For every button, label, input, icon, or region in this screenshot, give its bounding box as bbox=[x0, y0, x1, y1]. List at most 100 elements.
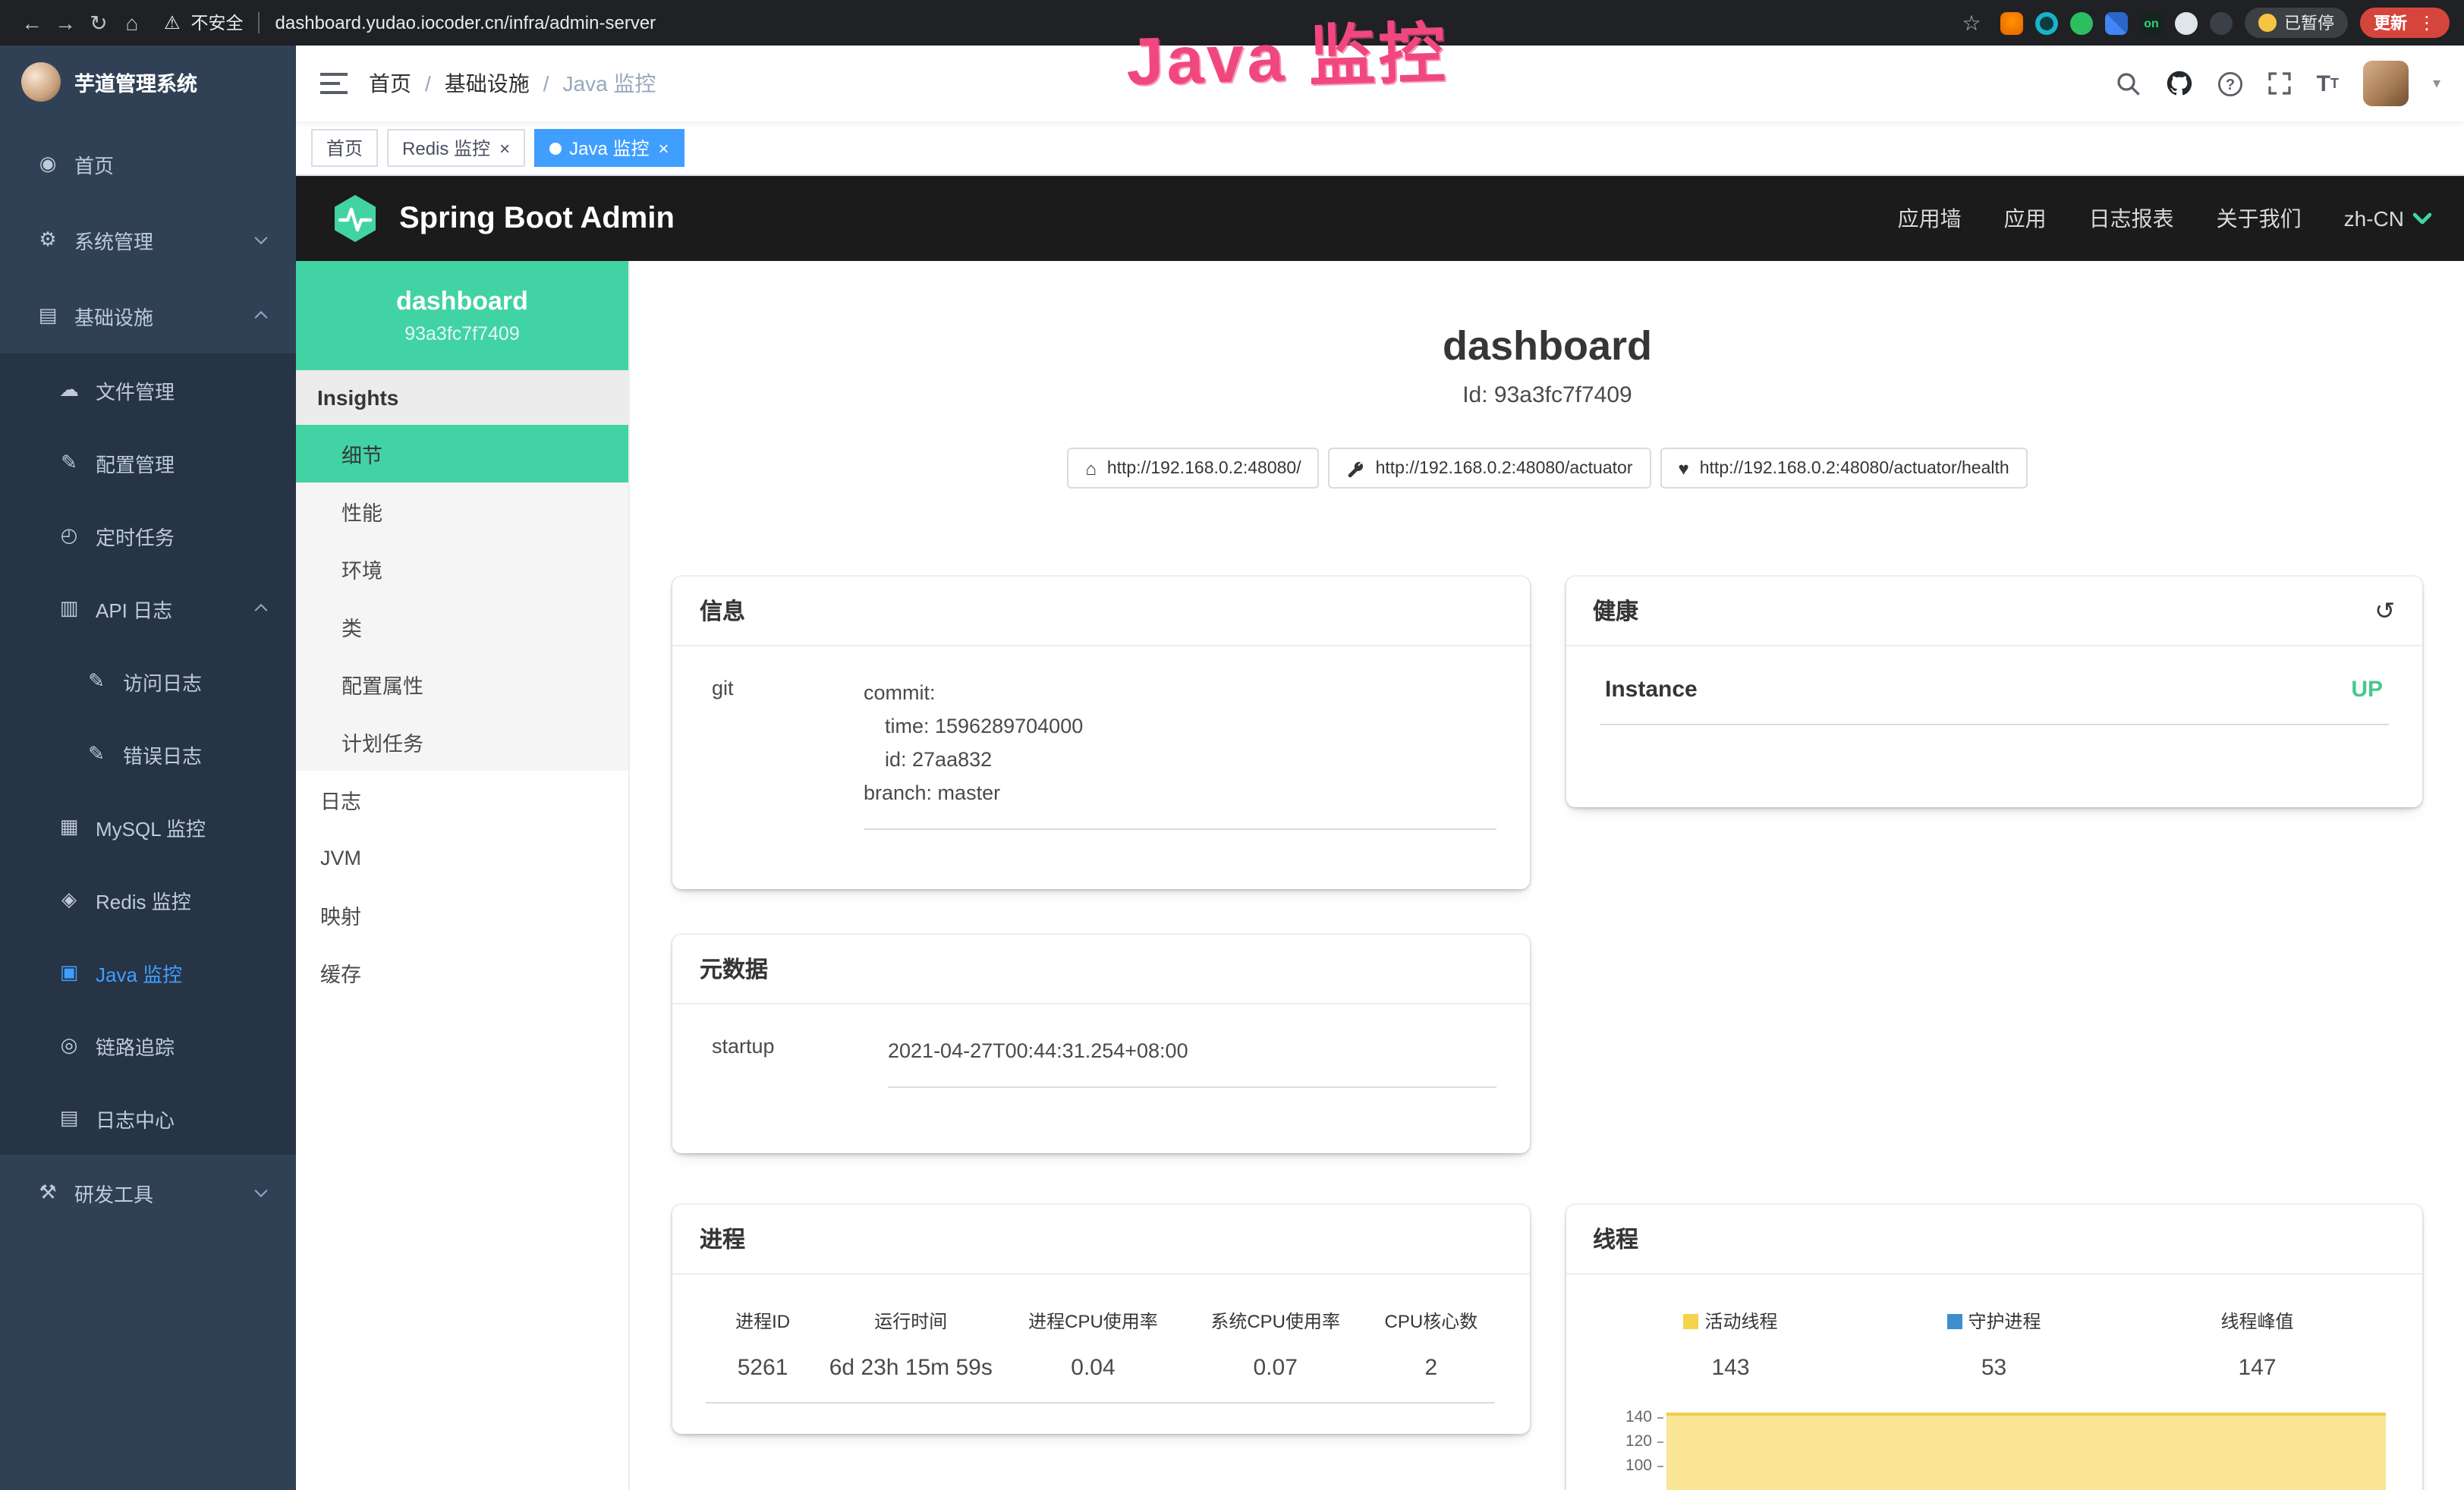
sidebar-item-log-center[interactable]: ▤ 日志中心 bbox=[0, 1082, 296, 1155]
sidebar-item-files[interactable]: ☁ 文件管理 bbox=[0, 354, 296, 426]
font-size-icon[interactable]: TT bbox=[2317, 72, 2339, 95]
sidebar-item-error-logs[interactable]: ✎ 错误日志 bbox=[0, 718, 296, 791]
heart-icon: ♥ bbox=[1679, 460, 1689, 478]
extension-icon[interactable] bbox=[2210, 11, 2233, 34]
daemon-threads-swatch bbox=[1946, 1315, 1962, 1330]
dashboard-icon: ◉ bbox=[36, 152, 59, 176]
actuator-url-link[interactable]: http://192.168.0.2:48080/actuator bbox=[1329, 448, 1651, 489]
instance-header[interactable]: dashboard 93a3fc7f7409 bbox=[296, 261, 628, 370]
sba-menu-classes[interactable]: 类 bbox=[296, 598, 628, 655]
sba-menu-environment[interactable]: 环境 bbox=[296, 540, 628, 598]
sidebar-item-api-logs[interactable]: ▥ API 日志 bbox=[0, 572, 296, 645]
fullscreen-icon[interactable] bbox=[2268, 71, 2292, 96]
sba-nav-applications[interactable]: 应用 bbox=[2004, 203, 2047, 234]
close-icon[interactable]: × bbox=[658, 139, 669, 157]
log-icon: ✎ bbox=[85, 742, 108, 766]
browser-reload-icon[interactable]: ↻ bbox=[82, 6, 115, 39]
sidebar-item-home[interactable]: ◉ 首页 bbox=[0, 126, 296, 202]
url-text[interactable]: dashboard.yudao.iocoder.cn/infra/admin-s… bbox=[275, 12, 656, 33]
github-icon[interactable] bbox=[2167, 70, 2194, 97]
chevron-down-icon bbox=[255, 1184, 268, 1197]
metadata-value: 2021-04-27T00:44:31.254+08:00 bbox=[888, 1036, 1496, 1089]
sba-nav-about[interactable]: 关于我们 bbox=[2217, 203, 2302, 234]
sidebar-item-tracing[interactable]: ◎ 链路追踪 bbox=[0, 1009, 296, 1082]
tab-java-monitor[interactable]: Java 监控 × bbox=[534, 129, 684, 167]
cards-right-column: 健康 ↺ Instance UP bbox=[1566, 577, 2422, 1490]
tab-home[interactable]: 首页 bbox=[311, 129, 378, 167]
health-url-link[interactable]: ♥ http://192.168.0.2:48080/actuator/heal… bbox=[1660, 448, 2028, 489]
user-menu-caret-icon[interactable]: ▾ bbox=[2433, 75, 2440, 92]
sidebar-item-system[interactable]: ⚙ 系统管理 bbox=[0, 202, 296, 278]
cloud-icon: ☁ bbox=[58, 378, 80, 402]
chevron-up-icon bbox=[255, 604, 268, 617]
clock-icon: ◴ bbox=[58, 523, 80, 548]
collapse-sidebar-icon[interactable] bbox=[320, 73, 348, 94]
y-axis-tick: 100 bbox=[1599, 1454, 1663, 1479]
service-url: http://192.168.0.2:48080/ bbox=[1107, 460, 1301, 478]
sba-menu-mappings[interactable]: 映射 bbox=[296, 886, 628, 944]
extension-icon[interactable] bbox=[2000, 11, 2023, 34]
tab-label: Redis 监控 bbox=[402, 135, 490, 161]
user-avatar[interactable] bbox=[2363, 61, 2409, 106]
column-header: 运行时间 bbox=[820, 1306, 1002, 1347]
app-logo[interactable]: 芋道管理系统 bbox=[0, 46, 296, 118]
sidebar-item-infrastructure[interactable]: ▤ 基础设施 bbox=[0, 278, 296, 354]
sidebar-item-redis-monitor[interactable]: ◈ Redis 监控 bbox=[0, 863, 296, 936]
breadcrumb-home[interactable]: 首页 bbox=[369, 68, 411, 99]
column-value: 6d 23h 15m 59s bbox=[820, 1347, 1002, 1404]
bookmark-star-icon[interactable]: ☆ bbox=[1955, 6, 1988, 39]
sba-menu-caches[interactable]: 缓存 bbox=[296, 944, 628, 1001]
extension-icon[interactable] bbox=[2035, 11, 2058, 34]
sba-menu-scheduled-tasks[interactable]: 计划任务 bbox=[296, 713, 628, 771]
sidebar-item-mysql-monitor[interactable]: ▦ MySQL 监控 bbox=[0, 791, 296, 863]
extension-icon[interactable] bbox=[2175, 11, 2198, 34]
sba-title: Spring Boot Admin bbox=[399, 201, 675, 236]
browser-forward-icon[interactable]: → bbox=[49, 6, 82, 39]
admin-menu: ◉ 首页 ⚙ 系统管理 ▤ 基础设施 ☁ 文件管理 bbox=[0, 118, 296, 1231]
sba-brand[interactable]: Spring Boot Admin bbox=[329, 193, 675, 244]
sidebar-item-scheduled-jobs[interactable]: ◴ 定时任务 bbox=[0, 499, 296, 572]
sba-nav-wallboard[interactable]: 应用墙 bbox=[1898, 203, 1962, 234]
sidebar-item-java-monitor[interactable]: ▣ Java 监控 bbox=[0, 936, 296, 1009]
search-icon[interactable] bbox=[2116, 71, 2142, 96]
threads-card: 线程 活动线程 143 bbox=[1566, 1206, 2422, 1490]
security-label[interactable]: 不安全 bbox=[191, 11, 244, 35]
column-header: CPU核心数 bbox=[1367, 1306, 1496, 1347]
sba-menu-logs[interactable]: 日志 bbox=[296, 771, 628, 828]
extension-icon[interactable] bbox=[2070, 11, 2093, 34]
redis-icon: ◈ bbox=[58, 888, 80, 912]
sba-menu-configprops[interactable]: 配置属性 bbox=[296, 655, 628, 713]
help-icon[interactable]: ? bbox=[2218, 71, 2244, 96]
sidebar-item-config[interactable]: ✎ 配置管理 bbox=[0, 426, 296, 499]
close-icon[interactable]: × bbox=[499, 139, 510, 157]
extension-on-icon[interactable]: on bbox=[2140, 11, 2163, 34]
extension-icon[interactable] bbox=[2105, 11, 2128, 34]
tab-redis-monitor[interactable]: Redis 监控 × bbox=[387, 129, 525, 167]
info-key: git bbox=[706, 677, 864, 831]
sidebar-item-access-logs[interactable]: ✎ 访问日志 bbox=[0, 645, 296, 718]
update-label: 更新 bbox=[2374, 11, 2407, 35]
browser-home-icon[interactable]: ⌂ bbox=[115, 6, 149, 39]
sba-nav-journal[interactable]: 日志报表 bbox=[2089, 203, 2174, 234]
locale-label: zh-CN bbox=[2344, 206, 2404, 231]
service-url-link[interactable]: ⌂ http://192.168.0.2:48080/ bbox=[1067, 448, 1319, 489]
breadcrumb-current: Java 监控 bbox=[563, 68, 656, 99]
process-table: 进程ID 5261 运行时间 6d 23h 15m 59s bbox=[706, 1306, 1496, 1404]
card-header: 信息 bbox=[672, 577, 1529, 647]
chrome-update-button[interactable]: 更新 ⋮ bbox=[2360, 8, 2450, 38]
browser-menu-icon[interactable]: ⋮ bbox=[2418, 12, 2436, 33]
peak-threads-value: 147 bbox=[2126, 1347, 2389, 1397]
sidebar-item-devtools[interactable]: ⚒ 研发工具 bbox=[0, 1155, 296, 1231]
history-icon[interactable]: ↺ bbox=[2374, 596, 2395, 627]
app-title: 芋道管理系统 bbox=[74, 67, 197, 97]
tab-label: Java 监控 bbox=[569, 135, 649, 161]
address-bar[interactable]: ⚠ 不安全 dashboard.yudao.iocoder.cn/infra/a… bbox=[164, 11, 1955, 35]
locale-selector[interactable]: zh-CN bbox=[2344, 206, 2431, 231]
profile-paused-badge[interactable]: 已暂停 bbox=[2245, 8, 2348, 38]
column-header: 进程ID bbox=[706, 1306, 820, 1347]
sba-menu-metrics[interactable]: 性能 bbox=[296, 483, 628, 540]
sba-menu-jvm[interactable]: JVM bbox=[296, 828, 628, 886]
sba-menu-details[interactable]: 细节 bbox=[296, 425, 628, 483]
breadcrumb-infrastructure[interactable]: 基础设施 bbox=[445, 68, 530, 99]
browser-back-icon[interactable]: ← bbox=[15, 6, 49, 39]
